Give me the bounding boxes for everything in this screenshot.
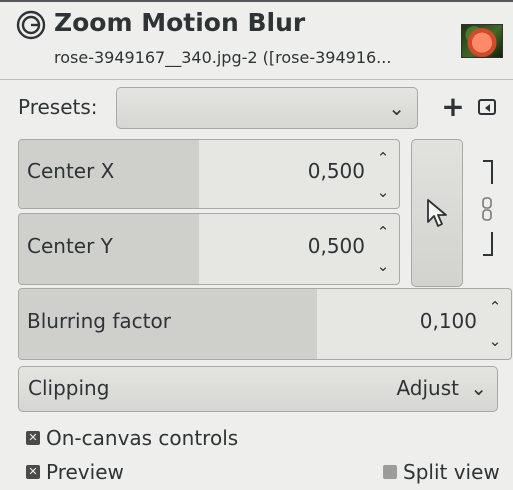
add-preset-button[interactable]: + [440, 90, 466, 124]
center-y-value: 0,500 [307, 234, 365, 258]
presets-label: Presets: [18, 95, 98, 119]
checkbox-checked-icon: ✕ [26, 465, 40, 479]
gimp-filter-icon [16, 10, 46, 40]
preview-checkbox[interactable]: ✕ Preview [26, 460, 186, 486]
chevron-down-icon: ⌄ [470, 376, 487, 400]
pick-center-button[interactable] [411, 139, 463, 287]
image-thumbnail [461, 24, 503, 58]
header-separator [0, 79, 513, 80]
dialog-title: Zoom Motion Blur [54, 8, 306, 37]
presets-menu-icon[interactable] [478, 99, 496, 115]
spin-down-icon[interactable]: ⌄ [373, 258, 393, 274]
center-x-label: Center X [27, 159, 115, 183]
on-canvas-controls-checkbox[interactable]: ✕ On-canvas controls [26, 426, 306, 452]
blurring-factor-label: Blurring factor [27, 309, 171, 333]
on-canvas-controls-label: On-canvas controls [46, 426, 239, 450]
chain-bracket-top [483, 160, 493, 184]
chain-bracket-bottom [483, 232, 493, 256]
checkbox-checked-icon: ✕ [26, 431, 40, 445]
preview-label: Preview [46, 460, 124, 484]
blurring-factor-value: 0,100 [419, 309, 477, 333]
spin-down-icon[interactable]: ⌄ [485, 333, 505, 349]
clipping-value: Adjust [396, 376, 459, 400]
checkbox-unchecked-icon [383, 465, 397, 479]
center-y-spinbox[interactable]: Center Y 0,500 ⌃ ⌄ [18, 213, 400, 285]
spin-up-icon[interactable]: ⌃ [373, 150, 393, 166]
top-border [0, 0, 513, 2]
spin-up-icon[interactable]: ⌃ [485, 299, 505, 315]
center-y-label: Center Y [27, 234, 113, 258]
chevron-down-icon: ⌄ [388, 96, 405, 120]
image-subtitle: rose-3949167__340.jpg-2 ([rose-394916... [54, 48, 392, 67]
blurring-factor-spinbox[interactable]: Blurring factor 0,100 ⌃ ⌄ [18, 288, 512, 360]
clipping-label: Clipping [28, 376, 110, 400]
center-x-spinbox[interactable]: Center X 0,500 ⌃ ⌄ [18, 139, 400, 209]
split-view-checkbox[interactable]: Split view [383, 460, 513, 486]
clipping-dropdown[interactable]: Clipping Adjust ⌄ [18, 366, 498, 412]
split-view-label: Split view [403, 460, 500, 484]
pointer-cursor-icon [427, 199, 447, 227]
presets-dropdown[interactable]: ⌄ [116, 87, 418, 129]
spin-down-icon[interactable]: ⌄ [373, 184, 393, 200]
center-x-value: 0,500 [307, 159, 365, 183]
chain-link-icon[interactable] [481, 196, 493, 222]
spin-up-icon[interactable]: ⌃ [373, 224, 393, 240]
